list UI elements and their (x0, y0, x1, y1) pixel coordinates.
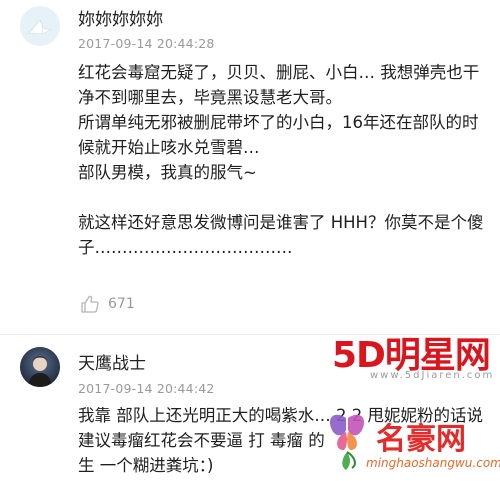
watermark-5dmingxing: 5D明星网 www.5dJiaren.com (326, 326, 500, 392)
thumbs-up-icon (81, 295, 99, 313)
watermark-logo-text: 名豪网 (376, 422, 466, 457)
timestamp: 2017-09-14 20:44:42 (78, 381, 215, 396)
butterfly-figure-icon (329, 414, 365, 470)
username[interactable]: 天鹰战士 (78, 349, 146, 374)
like-count: 671 (108, 296, 135, 312)
avatar[interactable] (20, 6, 60, 46)
username[interactable]: 妳妳妳妳妳 (78, 5, 163, 30)
watermark-url: www.5dJiaren.com (370, 370, 495, 381)
comment-text: 红花会毒窟无疑了，贝贝、删屁、小白… 我想弹壳也干净不到哪里去，毕竟黑设慧老大哥… (78, 63, 484, 257)
user-photo-avatar (20, 347, 60, 387)
timestamp: 2017-09-14 20:44:28 (78, 36, 215, 51)
avatar[interactable] (20, 347, 60, 387)
watermark-minghao: 名豪网 minghaoshangwu.com (318, 400, 500, 481)
comment-item: 妳妳妳妳妳 2017-09-14 20:44:28 红花会毒窟无疑了，贝贝、删屁… (0, 0, 500, 335)
paper-crane-icon (20, 6, 60, 46)
like-button[interactable]: 671 (80, 292, 135, 316)
watermark-url: minghaoshangwu.com (366, 456, 500, 470)
